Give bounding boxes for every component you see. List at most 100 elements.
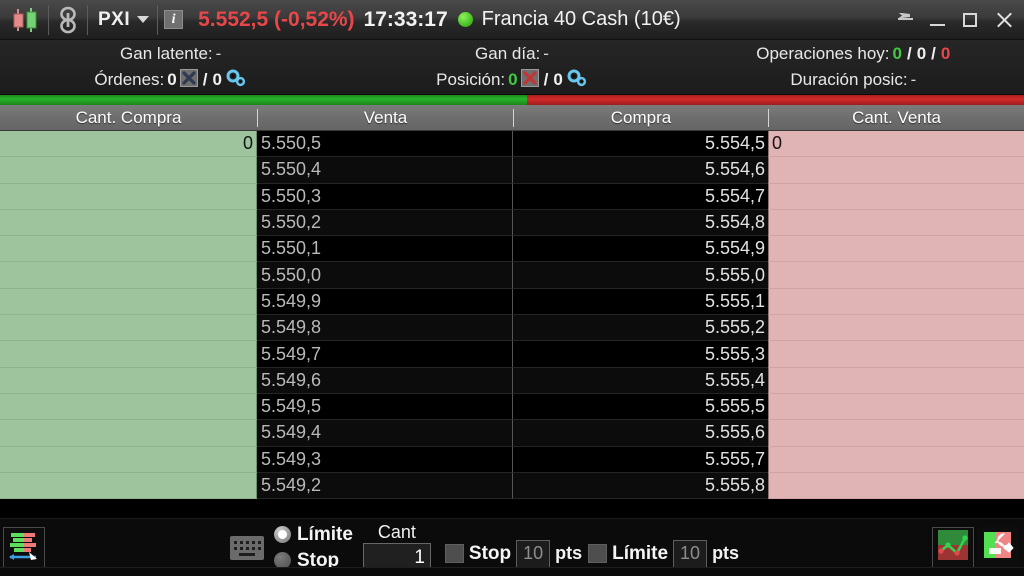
- cell-cant-venta[interactable]: [768, 315, 1024, 342]
- cell-venta[interactable]: 5.549,7: [257, 341, 513, 368]
- limite-checkbox[interactable]: [588, 544, 608, 563]
- cell-compra[interactable]: 5.555,6: [513, 420, 768, 447]
- cell-venta[interactable]: 5.549,4: [257, 420, 513, 447]
- cell-compra[interactable]: 5.555,7: [513, 446, 768, 473]
- minimize-icon[interactable]: [928, 10, 948, 30]
- chain-link-icon-button[interactable]: [51, 3, 85, 37]
- cell-venta[interactable]: 5.550,0: [257, 262, 513, 289]
- radio-limite-icon[interactable]: [273, 526, 291, 543]
- cell-compra[interactable]: 5.554,6: [513, 157, 768, 184]
- ladder-column-headers: Cant. Compra Venta Compra Cant. Venta: [0, 105, 1024, 131]
- limit-attach-group: Límite pts: [588, 539, 739, 568]
- ladder-row: 5.549,7 5.555,3: [0, 341, 1024, 368]
- position-settings-gear-icon[interactable]: [566, 69, 588, 92]
- cell-cant-venta[interactable]: [768, 183, 1024, 210]
- posicion-field: Posición: 0 / 0: [341, 68, 682, 92]
- header-compra[interactable]: Compra: [514, 105, 768, 130]
- cell-cant-compra[interactable]: [0, 367, 257, 394]
- close-icon[interactable]: [994, 10, 1014, 30]
- header-venta[interactable]: Venta: [258, 105, 513, 130]
- cell-cant-venta[interactable]: [768, 367, 1024, 394]
- cell-cant-venta[interactable]: [768, 420, 1024, 447]
- cell-venta[interactable]: 5.549,6: [257, 367, 513, 394]
- cell-cant-venta[interactable]: [768, 288, 1024, 316]
- cell-cant-compra[interactable]: [0, 183, 257, 210]
- cell-venta[interactable]: 5.549,3: [257, 446, 513, 473]
- line-chart-icon-button[interactable]: [932, 526, 974, 569]
- cell-cant-venta[interactable]: 0: [768, 131, 1024, 158]
- cell-cant-compra[interactable]: [0, 262, 257, 289]
- cell-cant-venta[interactable]: [768, 393, 1024, 421]
- cell-venta[interactable]: 5.550,4: [257, 157, 513, 184]
- cell-compra[interactable]: 5.554,8: [513, 209, 768, 237]
- cell-cant-venta[interactable]: [768, 262, 1024, 289]
- cell-cant-venta[interactable]: [768, 472, 1024, 500]
- cell-cant-compra[interactable]: [0, 446, 257, 473]
- cell-cant-compra[interactable]: [0, 209, 257, 237]
- order-type-limite-option[interactable]: Límite: [273, 523, 353, 547]
- gan-dia-value: -: [543, 44, 549, 63]
- cell-venta[interactable]: 5.549,5: [257, 393, 513, 421]
- cell-cant-compra[interactable]: 0: [0, 131, 257, 158]
- chevron-down-icon[interactable]: [137, 16, 150, 23]
- ladder-row: 5.549,4 5.555,6: [0, 420, 1024, 447]
- stop-points-input[interactable]: [516, 539, 551, 568]
- cell-venta[interactable]: 5.549,8: [257, 315, 513, 342]
- workspace-selector[interactable]: PXI: [90, 3, 155, 37]
- instrument-info-button[interactable]: i: [160, 3, 189, 37]
- operaciones-separator-2: /: [931, 44, 936, 63]
- cell-cant-compra[interactable]: [0, 315, 257, 342]
- cell-venta[interactable]: 5.549,2: [257, 472, 513, 500]
- last-price: 5.552,5 (-0,52%): [198, 7, 355, 31]
- header-cant-compra[interactable]: Cant. Compra: [0, 105, 257, 130]
- cell-venta[interactable]: 5.550,3: [257, 183, 513, 210]
- cell-compra[interactable]: 5.555,8: [513, 472, 768, 500]
- ordenes-count: 0: [167, 70, 177, 89]
- cell-compra[interactable]: 5.555,3: [513, 341, 768, 368]
- cancel-all-orders-icon[interactable]: [179, 68, 198, 92]
- position-info-panel: Gan latente: - Gan día: - Operaciones ho…: [0, 40, 1024, 94]
- cell-compra[interactable]: 5.555,4: [513, 367, 768, 394]
- cell-cant-compra[interactable]: [0, 393, 257, 421]
- cell-venta[interactable]: 5.550,2: [257, 209, 513, 237]
- operaciones-loss-count: 0: [940, 44, 951, 63]
- cell-cant-venta[interactable]: [768, 157, 1024, 184]
- orders-settings-gear-icon[interactable]: [225, 69, 247, 92]
- maximize-icon[interactable]: [961, 10, 981, 30]
- cell-compra[interactable]: 5.554,7: [513, 183, 768, 210]
- tools-icon-button[interactable]: [977, 526, 1019, 569]
- gan-dia-field: Gan día: -: [341, 44, 682, 64]
- cell-cant-compra[interactable]: [0, 157, 257, 184]
- cell-venta[interactable]: 5.549,9: [257, 288, 513, 316]
- gan-dia-label: Gan día:: [475, 44, 541, 63]
- cell-compra[interactable]: 5.554,9: [513, 236, 768, 263]
- stop-checkbox[interactable]: [444, 544, 464, 563]
- cell-compra[interactable]: 5.555,1: [513, 288, 768, 316]
- keyboard-icon[interactable]: [229, 535, 264, 560]
- cell-cant-venta[interactable]: [768, 209, 1024, 237]
- cell-cant-compra[interactable]: [0, 236, 257, 263]
- header-cant-venta[interactable]: Cant. Venta: [769, 105, 1024, 130]
- cell-cant-venta[interactable]: [768, 446, 1024, 473]
- cell-cant-compra[interactable]: [0, 341, 257, 368]
- cell-compra[interactable]: 5.555,2: [513, 315, 768, 342]
- cell-cant-compra[interactable]: [0, 420, 257, 447]
- candlestick-icon-button[interactable]: [4, 3, 46, 37]
- close-position-icon[interactable]: [520, 68, 539, 92]
- cell-cant-venta[interactable]: [768, 236, 1024, 263]
- order-entry-bar: Límite Stop Cant Stop pts Límite pts: [0, 518, 1024, 576]
- cell-cant-compra[interactable]: [0, 288, 257, 316]
- cell-compra[interactable]: 5.555,5: [513, 393, 768, 421]
- limite-points-input[interactable]: [673, 539, 708, 568]
- cell-compra[interactable]: 5.554,5: [513, 131, 768, 158]
- candlestick-icon: [10, 7, 40, 33]
- cell-cant-venta[interactable]: [768, 341, 1024, 368]
- depth-of-market-icon-button[interactable]: [3, 526, 45, 569]
- ladder-row: 5.549,2 5.555,8: [0, 472, 1024, 500]
- cell-cant-compra[interactable]: [0, 472, 257, 500]
- cell-venta[interactable]: 5.550,5: [257, 131, 513, 158]
- cell-venta[interactable]: 5.550,1: [257, 236, 513, 263]
- pin-icon[interactable]: [895, 10, 915, 30]
- connection-status-icon: [457, 12, 473, 27]
- cell-compra[interactable]: 5.555,0: [513, 262, 768, 289]
